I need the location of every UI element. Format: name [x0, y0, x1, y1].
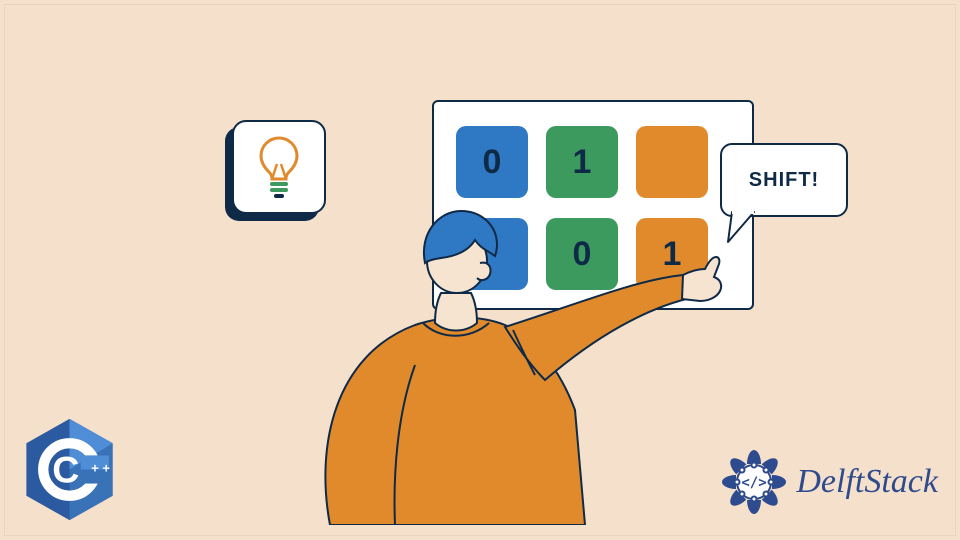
delftstack-logo: </> DelftStack	[718, 446, 938, 518]
cpp-logo: C + +	[22, 417, 117, 522]
delftstack-text: DelftStack	[796, 463, 938, 501]
svg-text:+: +	[91, 460, 99, 475]
person-illustration	[275, 165, 775, 525]
svg-text:</>: </>	[742, 475, 767, 491]
svg-text:+: +	[102, 460, 110, 475]
cpp-letter: C	[52, 449, 79, 491]
delftstack-badge-icon: </>	[718, 446, 790, 518]
hand-pointing	[682, 257, 721, 301]
